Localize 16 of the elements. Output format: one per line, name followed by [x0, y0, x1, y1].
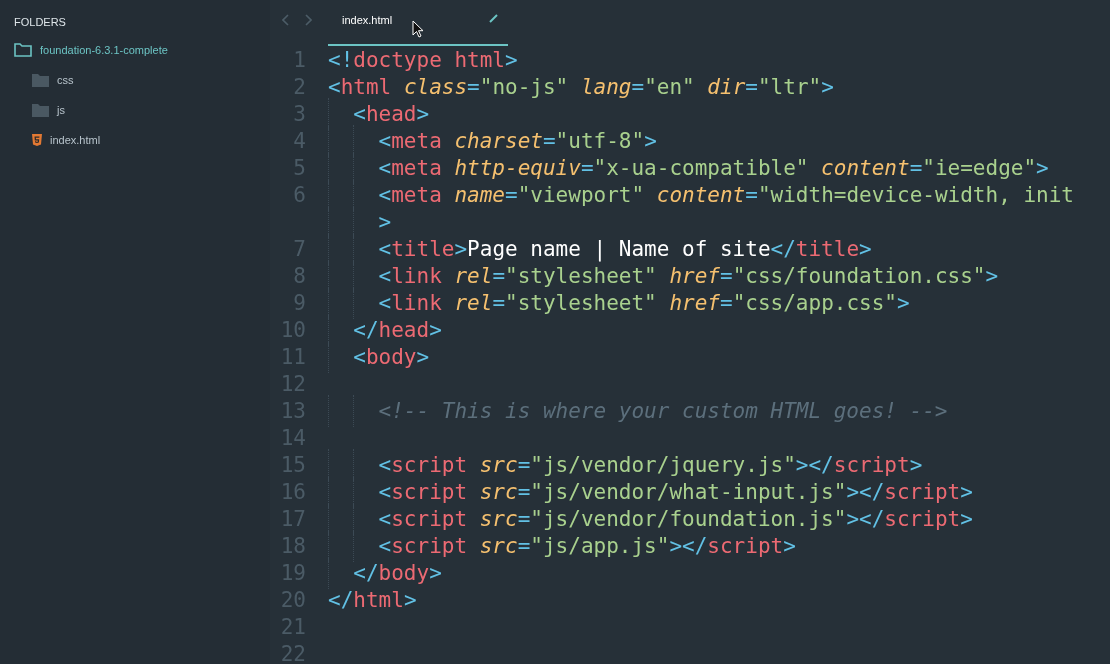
- code-line: </html>: [328, 587, 417, 612]
- html-file-icon: [32, 134, 42, 146]
- back-icon[interactable]: [282, 14, 290, 26]
- file-item[interactable]: index.html: [50, 134, 101, 146]
- pencil-icon: [489, 14, 498, 23]
- folder-icon: [14, 43, 32, 57]
- folder-item[interactable]: css: [57, 74, 74, 86]
- folder-item[interactable]: foundation-6.3.1-complete: [40, 44, 168, 56]
- sidebar-title: FOLDERS: [14, 16, 66, 28]
- folder-item[interactable]: js: [57, 104, 65, 116]
- folder-icon: [32, 73, 49, 87]
- folder-icon: [32, 103, 49, 117]
- forward-icon[interactable]: [304, 14, 312, 26]
- code-line: <html class="no-js" lang="en" dir="ltr">: [328, 74, 834, 99]
- code-line: <!doctype html>: [328, 47, 518, 72]
- mouse-pointer-icon: [412, 20, 424, 38]
